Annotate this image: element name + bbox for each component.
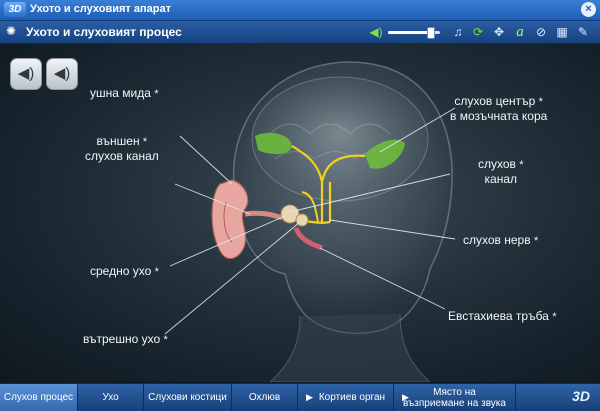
label-sredno-uho[interactable]: средно ухо * (90, 264, 159, 279)
logo-3d: 3D (572, 388, 590, 404)
label-text: слухов център * (454, 94, 543, 108)
tab-label: Охлюв (248, 392, 281, 403)
label-vanshen-kanal[interactable]: външен * слухов канал (85, 134, 159, 163)
link-icon[interactable]: ⊘ (533, 24, 549, 40)
bottom-nav: Слухов процес Ухо Слухови костици Охлюв … (0, 383, 600, 411)
label-vatreshno-uho[interactable]: вътрешно ухо * (83, 332, 168, 347)
toolbar: ✺ Ухото и слуховият процес ◀) ♫ ⟳ ✥ a ⊘ … (0, 21, 600, 44)
label-star: * (533, 235, 539, 247)
label-text-2: в мозъчната кора (450, 109, 548, 123)
app-3d-badge: 3D (4, 2, 26, 17)
label-text: вътрешно ухо (83, 332, 161, 346)
volume-slider[interactable] (388, 27, 440, 39)
label-text: ушна мида (90, 86, 151, 100)
volume-slider-knob[interactable] (426, 27, 435, 39)
tab-sluhovi-kostici[interactable]: Слухови костици (144, 384, 232, 411)
label-text-2: слухов канал (85, 149, 159, 163)
volume-fill (388, 31, 430, 34)
label-text: слухов нерв (463, 233, 531, 247)
label-evstahieva-traba[interactable]: Евстахиева тръба * (448, 309, 556, 324)
tab-label: Слухови костици (148, 392, 227, 403)
speaker-icon[interactable]: ◀) (368, 24, 384, 40)
3d-viewport[interactable]: ◀) ◀) ушна мида * външен * слухов канал … (0, 44, 600, 382)
label-sluhov-kanal[interactable]: слухов * канал (478, 157, 524, 186)
label-text: слухов * (478, 157, 524, 171)
tab-sluhov-proces[interactable]: Слухов процес (0, 384, 78, 411)
label-ushna-mida[interactable]: ушна мида * (90, 86, 159, 101)
tab-label-2: възприемане на звука (403, 398, 506, 409)
play-sound-button-1[interactable]: ◀) (10, 58, 42, 90)
speaker-icon: ◀) (17, 65, 35, 82)
label-text: Евстахиева тръба (448, 309, 549, 323)
refresh-icon[interactable]: ⟳ (470, 24, 486, 40)
move-icon[interactable]: ✥ (491, 24, 507, 40)
grid-icon[interactable]: ▦ (554, 24, 570, 40)
play-sound-button-2[interactable]: ◀) (46, 58, 78, 90)
tab-label: Кортиев орган (318, 392, 386, 403)
label-star: * (163, 334, 168, 346)
label-text: външен * (96, 134, 148, 148)
tab-uho[interactable]: Ухо (78, 384, 144, 411)
tab-kortiev-organ[interactable]: ▶ Кортиев орган (298, 384, 394, 411)
loading-icon: ✺ (6, 24, 17, 38)
speaker-icon: ◀) (53, 65, 71, 82)
label-star: * (552, 311, 557, 323)
window-titlebar: 3D Ухото и слуховият апарат × (0, 0, 600, 21)
label-sluhov-nerv[interactable]: слухов нерв * (463, 233, 538, 248)
play-icon: ▶ (402, 392, 409, 402)
tab-label: Ухо (102, 392, 119, 403)
label-star: * (154, 266, 159, 278)
window-title: Ухото и слуховият апарат (30, 3, 171, 15)
label-text-2: канал (484, 172, 518, 186)
label-sluhov-centar[interactable]: слухов център * в мозъчната кора (450, 94, 547, 123)
tab-ohlyuv[interactable]: Охлюв (232, 384, 298, 411)
tab-label-1: Място на (433, 387, 476, 398)
label-star: * (154, 88, 159, 100)
page-title: Ухото и слуховият процес (26, 25, 182, 39)
close-icon[interactable]: × (581, 2, 596, 17)
tab-label: Слухов процес (3, 392, 74, 403)
play-icon: ▶ (305, 392, 313, 402)
wrench-icon[interactable]: ✎ (575, 24, 591, 40)
music-icon[interactable]: ♫ (450, 24, 466, 40)
tab-myasto-vazpriemane[interactable]: ▶ Място на възприемане на звука (394, 384, 516, 411)
label-text: средно ухо (90, 264, 152, 278)
text-icon[interactable]: a (512, 24, 528, 40)
